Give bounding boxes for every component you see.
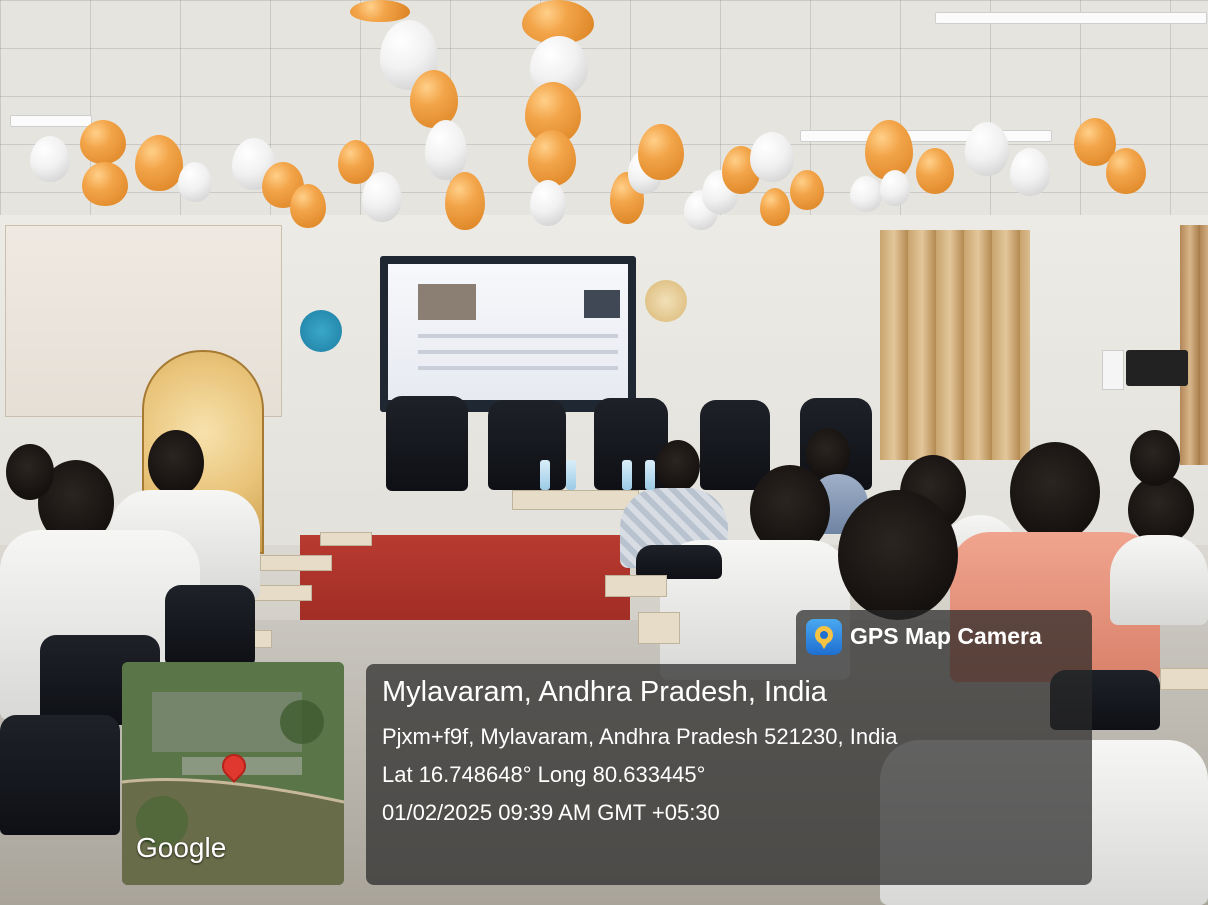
datetime-line: 01/02/2025 09:39 AM GMT +05:30 bbox=[382, 800, 720, 825]
map-thumbnail: Google bbox=[122, 662, 344, 885]
map-pin-camera-icon bbox=[806, 619, 842, 655]
balloon bbox=[880, 170, 910, 206]
ceiling-light bbox=[935, 12, 1207, 24]
audience-person bbox=[838, 490, 958, 620]
audience-person bbox=[1130, 430, 1180, 486]
gps-camera-badge: GPS Map Camera bbox=[796, 610, 1092, 664]
stage-chair bbox=[488, 400, 566, 490]
balloon bbox=[965, 122, 1009, 176]
desk bbox=[605, 575, 667, 597]
map-provider-logo: Google bbox=[136, 832, 227, 863]
coordinates-line: Lat 16.748648° Long 80.633445° bbox=[382, 762, 706, 787]
curtain bbox=[1180, 225, 1208, 465]
balloon bbox=[362, 172, 402, 222]
balloon bbox=[425, 120, 467, 180]
balloon bbox=[410, 70, 458, 128]
chair bbox=[0, 715, 120, 835]
slide-image bbox=[418, 284, 476, 320]
ceiling-light bbox=[800, 130, 1052, 142]
desk bbox=[320, 532, 372, 546]
balloon bbox=[350, 0, 410, 22]
chair bbox=[165, 585, 255, 665]
water-bottle bbox=[645, 460, 655, 490]
water-bottle bbox=[622, 460, 632, 490]
balloon bbox=[916, 148, 954, 194]
wall-decoration bbox=[645, 280, 687, 322]
wall-decoration bbox=[300, 310, 342, 352]
audience-person bbox=[148, 430, 204, 496]
audience-person bbox=[6, 444, 54, 500]
balloon bbox=[1010, 148, 1050, 196]
speaker bbox=[1126, 350, 1188, 386]
balloon bbox=[790, 170, 824, 210]
audience-person bbox=[1110, 535, 1208, 625]
slide-line bbox=[418, 366, 618, 370]
presentation-slide bbox=[388, 264, 628, 400]
balloon bbox=[850, 176, 882, 212]
slide-image bbox=[584, 290, 620, 318]
location-title: Mylavaram, Andhra Pradesh, India bbox=[382, 676, 827, 708]
slide-line bbox=[418, 334, 618, 338]
stage-chair bbox=[700, 400, 770, 490]
balloon bbox=[445, 172, 485, 230]
audience-person bbox=[656, 440, 700, 492]
balloon bbox=[80, 120, 126, 164]
water-bottle bbox=[566, 460, 576, 490]
map-pin-camera-icon-graphic bbox=[815, 626, 833, 649]
stage-chair bbox=[386, 396, 468, 491]
balloon bbox=[30, 136, 70, 182]
ceiling-light bbox=[10, 115, 92, 127]
water-bottle bbox=[540, 460, 550, 490]
balloon bbox=[1106, 148, 1146, 194]
balloon bbox=[528, 130, 576, 186]
balloon bbox=[530, 180, 566, 226]
balloon bbox=[760, 188, 790, 226]
address-line: Pjxm+f9f, Mylavaram, Andhra Pradesh 5212… bbox=[382, 724, 898, 749]
balloon bbox=[82, 162, 128, 206]
balloon bbox=[750, 132, 794, 182]
presentation-screen bbox=[380, 256, 636, 412]
desk bbox=[638, 612, 680, 644]
photo-scene: GPS Map Camera Mylavaram, Andhra Pradesh… bbox=[0, 0, 1208, 905]
balloon bbox=[178, 162, 212, 202]
location-info-panel: Mylavaram, Andhra Pradesh, India Pjxm+f9… bbox=[366, 664, 1092, 885]
balloon bbox=[290, 184, 326, 228]
slide-line bbox=[418, 350, 618, 354]
wall-fixture bbox=[1102, 350, 1124, 390]
stage-table bbox=[512, 490, 639, 510]
audience-person bbox=[1010, 442, 1100, 542]
desk bbox=[260, 555, 332, 571]
balloon bbox=[638, 124, 684, 180]
curtain bbox=[880, 230, 1030, 460]
chair bbox=[636, 545, 722, 579]
gps-brand-label: GPS Map Camera bbox=[850, 623, 1042, 649]
balloon bbox=[135, 135, 183, 191]
desk bbox=[1160, 668, 1208, 690]
